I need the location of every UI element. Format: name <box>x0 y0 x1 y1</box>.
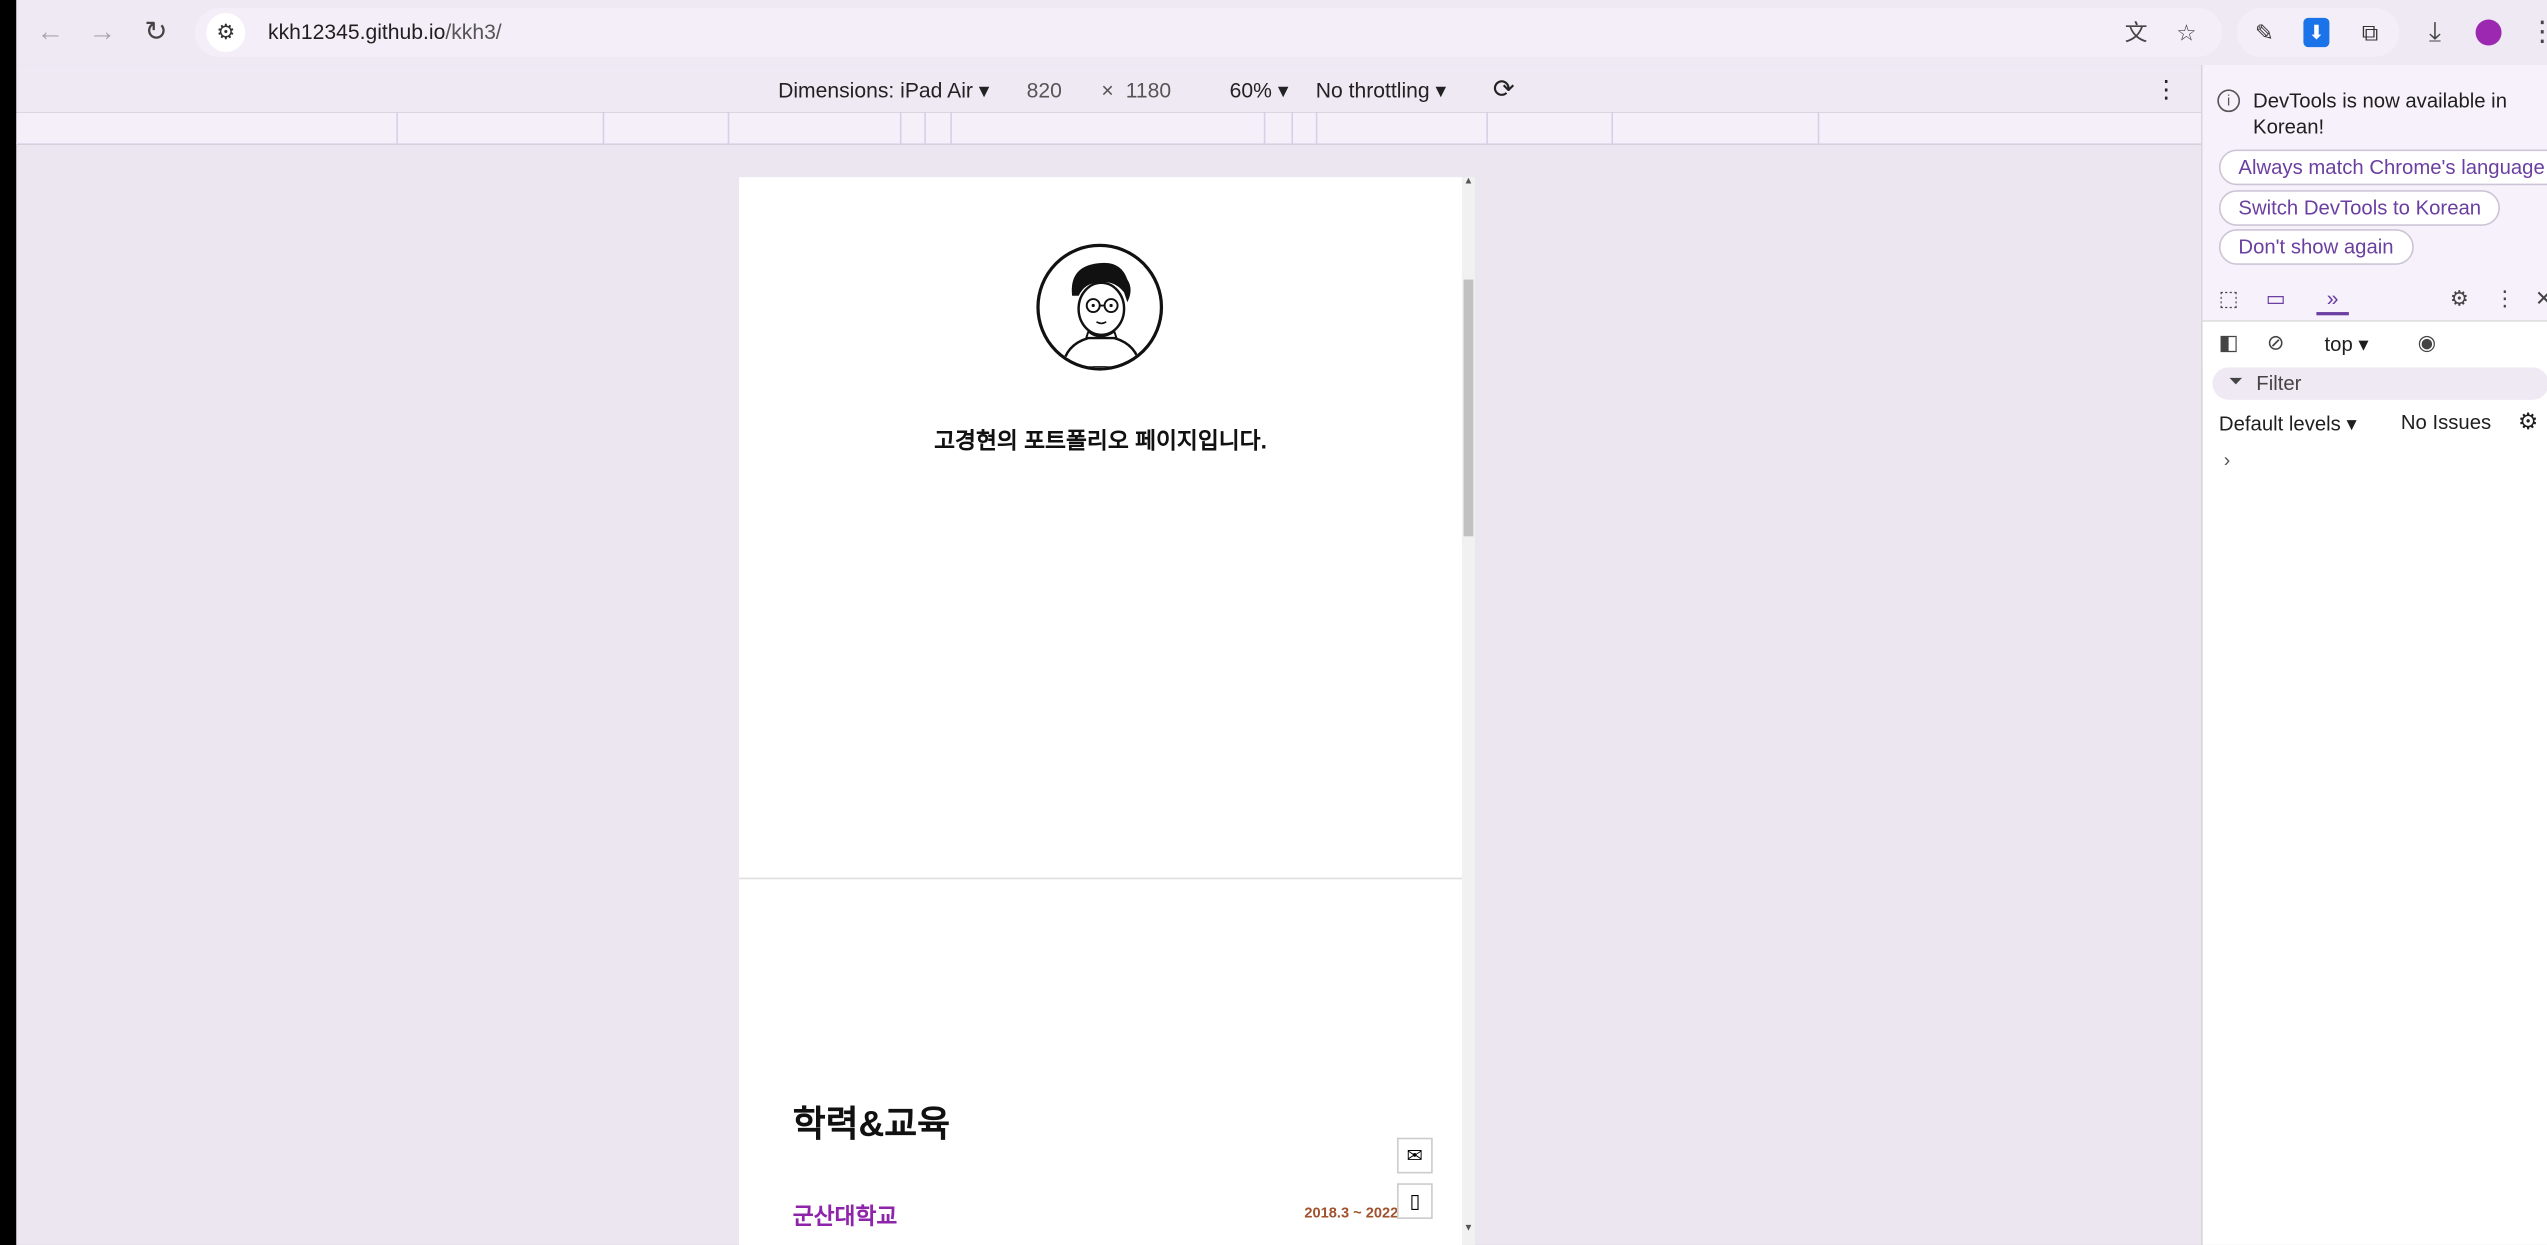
times-sign: × <box>1101 78 1114 103</box>
console-prompt[interactable]: › <box>2224 449 2230 472</box>
ruler-tick[interactable] <box>1611 112 1614 145</box>
context-label: top <box>2324 333 2353 356</box>
ruler-tick[interactable] <box>1817 112 1820 145</box>
rotate-icon[interactable]: ⟳ <box>1493 73 1515 106</box>
close-icon[interactable]: ✕ <box>2528 283 2547 316</box>
context-dropdown[interactable]: top ▾ <box>2325 332 2369 356</box>
more-tabs-icon[interactable]: » <box>2316 283 2349 316</box>
device-toggle-icon[interactable]: ▭ <box>2260 283 2292 316</box>
phone-icon[interactable]: ▯ <box>1396 1183 1433 1219</box>
filter-placeholder: Filter <box>2256 372 2302 395</box>
ruler-tick[interactable] <box>1486 112 1488 145</box>
language-notice: i DevTools is now available in Korean! A… <box>2202 65 2547 277</box>
ruler-tick[interactable] <box>950 112 952 145</box>
clear-console-icon[interactable]: ⊘ <box>2260 327 2292 360</box>
notice-text: DevTools is now available in Korean! <box>2253 89 2508 139</box>
url-text[interactable]: kkh12345.github.io/kkh3/ <box>268 20 502 44</box>
console-levels-row: Default levels ▾ No Issues ⚙ <box>2203 403 2547 442</box>
reload-icon[interactable]: ↻ <box>135 11 177 53</box>
live-expression-eye-icon[interactable]: ◉ <box>2411 327 2443 360</box>
extensions-group: ✎ ⬇ ⧉ <box>2236 8 2400 57</box>
device-page: 고경현의 포트폴리오 페이지입니다. 학력&교육 군산대학교 2018.3 ~ … <box>739 177 1462 1245</box>
back-icon[interactable]: ← <box>29 11 71 53</box>
sidebar-toggle-icon[interactable]: ◧ <box>2212 327 2244 360</box>
console-toolbar: ◧ ⊘ top ▾ ◉ <box>2202 321 2547 365</box>
address-bar[interactable]: ⚙ kkh12345.github.io/kkh3/ 文 ☆ <box>194 8 2223 57</box>
intro-text: 고경현의 포트폴리오 페이지입니다. <box>934 427 1267 454</box>
profile-avatar-illustration <box>1036 243 1164 371</box>
default-levels-label: Default levels <box>2218 412 2341 436</box>
dimensions-dropdown[interactable]: Dimensions: iPad Air ▾ <box>778 78 989 104</box>
device-toolbar: Dimensions: iPad Air ▾ 820 × 1180 60% ▾ … <box>16 65 2202 113</box>
extensions-puzzle-icon[interactable]: ⧉ <box>2352 15 2388 51</box>
ruler-tick[interactable] <box>602 112 605 145</box>
match-language-button[interactable]: Always match Chrome's language <box>2218 149 2547 186</box>
ruler-tick[interactable] <box>924 112 926 145</box>
throttling-dropdown[interactable]: No throttling ▾ <box>1316 78 1446 104</box>
zoom-dropdown[interactable]: 60% ▾ <box>1230 78 1289 104</box>
translate-icon[interactable]: 文 <box>2118 15 2154 51</box>
forward-icon[interactable]: → <box>81 11 123 53</box>
filter-funnel-icon: ⏷ <box>2228 372 2243 392</box>
height-input[interactable]: 1180 <box>1126 78 1171 102</box>
downloads-icon[interactable]: ⤓ <box>2414 11 2456 53</box>
ruler-tick[interactable] <box>1291 112 1294 145</box>
scrollbar-thumb[interactable] <box>1463 279 1474 537</box>
device-more-icon[interactable]: ⋮ <box>2154 75 2178 104</box>
dont-show-again-button[interactable]: Don't show again <box>2218 229 2414 265</box>
devtools-panel: i DevTools is now available in Korean! A… <box>2201 65 2547 1245</box>
width-input[interactable]: 820 <box>1027 78 1062 102</box>
devtools-menu-icon[interactable]: ⋮ <box>2489 283 2521 316</box>
filter-input[interactable]: ⏷ Filter <box>2212 367 2547 400</box>
issues-counter[interactable]: No Issues <box>2401 411 2491 434</box>
school-name: 군산대학교 <box>792 1202 898 1229</box>
ruler-tick[interactable] <box>396 112 398 145</box>
screen: ← → ↻ ⚙ kkh12345.github.io/kkh3/ 文 ☆ ✎ ⬇… <box>0 0 2547 1245</box>
dimensions-label: Dimensions: iPad Air <box>778 78 973 103</box>
throttling-label: No throttling <box>1315 78 1430 103</box>
zoom-label: 60% <box>1229 78 1272 103</box>
devtools-tabbar: ⬚ ▭ » ⚙ ⋮ ✕ <box>2202 276 2547 322</box>
url-domain: kkh12345.github.io <box>268 19 446 44</box>
scroll-up-arrow-icon[interactable]: ▲ <box>1462 177 1475 193</box>
info-icon: i <box>2217 89 2241 113</box>
browser-toolbar: ← → ↻ ⚙ kkh12345.github.io/kkh3/ 文 ☆ ✎ ⬇… <box>16 0 2547 66</box>
eyedropper-extension-icon[interactable]: ✎ <box>2247 15 2283 51</box>
ruler-tick[interactable] <box>899 112 902 145</box>
education-heading: 학력&교육 <box>792 1103 951 1145</box>
settings-gear-icon[interactable]: ⚙ <box>2443 283 2475 316</box>
ruler-tick[interactable] <box>727 112 730 145</box>
url-path: /kkh3/ <box>445 19 502 44</box>
chrome-menu-icon[interactable]: ⋮ <box>2521 11 2547 53</box>
default-levels-dropdown[interactable]: Default levels ▾ <box>2218 411 2357 436</box>
download-extension-icon[interactable]: ⬇ <box>2303 17 2330 48</box>
console-settings-icon[interactable]: ⚙ <box>2518 408 2538 436</box>
bookmark-star-icon[interactable]: ☆ <box>2169 15 2205 51</box>
school-period: 2018.3 ~ 2022. <box>1304 1204 1403 1221</box>
media-query-ruler <box>16 112 2202 145</box>
ruler-tick[interactable] <box>1315 112 1318 145</box>
switch-korean-button[interactable]: Switch DevTools to Korean <box>2218 190 2501 226</box>
scroll-down-arrow-icon[interactable]: ▼ <box>1462 1224 1475 1240</box>
email-icon[interactable]: ✉ <box>1396 1137 1433 1174</box>
site-info-icon[interactable]: ⚙ <box>206 13 246 53</box>
section-divider <box>739 877 1462 880</box>
inspect-element-icon[interactable]: ⬚ <box>2212 283 2244 316</box>
ruler-tick[interactable] <box>1263 112 1266 145</box>
profile-avatar-icon[interactable] <box>2467 11 2509 53</box>
